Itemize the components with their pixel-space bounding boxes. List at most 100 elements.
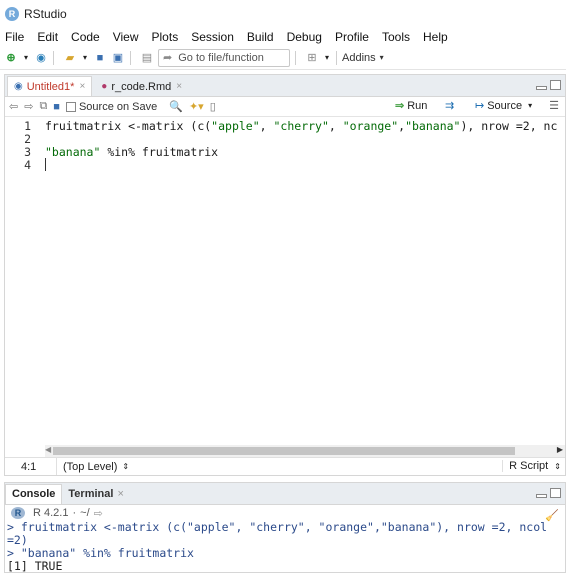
line-number: 2 <box>24 132 31 146</box>
source-on-save-label: Source on Save <box>78 100 158 113</box>
separator-dot: · <box>72 507 77 519</box>
clear-console-icon[interactable]: 🧹 <box>545 509 559 522</box>
menu-profile[interactable]: Profile <box>335 30 369 44</box>
menu-help[interactable]: Help <box>423 30 448 44</box>
go-to-arrow-icon: ➦ <box>163 52 173 64</box>
tab-label: Console <box>12 488 56 500</box>
run-arrow-icon: ⇒ <box>395 100 405 112</box>
tab-untitled1[interactable]: ◉ Untitled1* × <box>7 76 93 96</box>
compile-report-icon[interactable]: ▯ <box>210 100 216 113</box>
tab-console[interactable]: Console <box>5 483 63 504</box>
new-project-icon[interactable]: ◉ <box>34 51 48 65</box>
close-icon[interactable]: × <box>79 81 85 92</box>
tab-label: Terminal <box>68 487 114 500</box>
string-literal: "apple" <box>211 119 260 133</box>
pane-window-controls <box>536 80 561 90</box>
minimize-pane-button[interactable] <box>536 494 547 498</box>
tab-terminal[interactable]: Terminal × <box>62 484 129 504</box>
run-button[interactable]: ⇒ Run <box>395 99 428 113</box>
string-literal: "orange" <box>342 119 399 133</box>
save-all-icon[interactable]: ▣ <box>111 51 125 65</box>
updown-icon: ⇕ <box>122 462 130 471</box>
code-editor[interactable]: 1 2 3 4 fruitmatrix <-matrix (c("apple",… <box>5 119 565 447</box>
chevron-down-icon[interactable]: ▾ <box>528 101 532 110</box>
editor-status-bar: 4:1 (Top Level) ⇕ R Script ⇕ <box>5 457 565 475</box>
close-icon[interactable]: × <box>176 81 182 92</box>
code-line[interactable]: "banana" %in% fruitmatrix <box>45 145 218 159</box>
editor-toolbar: ⇦ ⇨ ⧉ ■ Source on Save 🔍 ✦▾ ▯ ⇒ Run ⇉ ↦ … <box>5 97 565 117</box>
open-folder-icon[interactable]: ▰ <box>63 51 77 65</box>
menu-file[interactable]: File <box>5 30 24 44</box>
save-icon[interactable]: ■ <box>93 51 107 65</box>
grid-layout-icon[interactable]: ⊞ <box>305 51 319 65</box>
menu-view[interactable]: View <box>113 30 139 44</box>
file-type-label: R Script <box>509 460 549 472</box>
menu-debug[interactable]: Debug <box>287 30 322 44</box>
scroll-right-icon[interactable]: ▶ <box>557 445 563 454</box>
editor-tab-bar: ◉ Untitled1* × ● r_code.Rmd × <box>5 75 565 97</box>
toolbar-divider <box>53 50 54 65</box>
tab-label: r_code.Rmd <box>111 80 172 93</box>
tab-r-code-rmd[interactable]: ● r_code.Rmd × <box>94 76 189 96</box>
print-icon[interactable]: ▤ <box>140 51 154 65</box>
dropdown-arrow-icon[interactable]: ▾ <box>323 51 331 65</box>
source-on-save-checkbox[interactable]: Source on Save <box>65 100 158 113</box>
close-icon[interactable]: × <box>117 488 123 500</box>
console-output[interactable]: > fruitmatrix <-matrix (c("apple", "cher… <box>5 521 565 573</box>
go-to-placeholder: Go to file/function <box>178 51 264 64</box>
addins-menu[interactable]: Addins ▾ <box>342 52 384 64</box>
document-outline-icon[interactable]: ☰ <box>549 99 559 112</box>
new-file-icon[interactable]: ⊕ <box>4 51 18 65</box>
app-title: RStudio <box>24 7 67 21</box>
file-type-selector[interactable]: R Script ⇕ <box>502 460 561 472</box>
menu-bar: File Edit Code View Plots Session Build … <box>0 28 566 46</box>
working-directory[interactable]: ~/ <box>80 507 89 519</box>
r-file-icon: ◉ <box>14 81 23 92</box>
forward-arrow-icon[interactable]: ⇨ <box>24 100 33 113</box>
maximize-pane-button[interactable] <box>550 488 561 498</box>
go-to-file-function-input[interactable]: ➦ Go to file/function <box>158 48 290 67</box>
console-line: > "banana" %in% fruitmatrix <box>7 546 194 560</box>
horizontal-scrollbar[interactable]: ◀ ▶ <box>45 445 565 457</box>
rstudio-logo-icon: R <box>5 7 19 21</box>
maximize-pane-button[interactable] <box>550 80 561 90</box>
menu-session[interactable]: Session <box>191 30 234 44</box>
source-label: Source <box>487 99 523 112</box>
addins-label: Addins <box>342 51 376 64</box>
minimize-pane-button[interactable] <box>536 86 547 90</box>
menu-edit[interactable]: Edit <box>37 30 58 44</box>
line-number: 4 <box>24 158 31 172</box>
text-cursor <box>45 158 46 171</box>
go-to-directory-icon[interactable]: ⇨ <box>94 507 103 520</box>
search-icon[interactable]: 🔍 <box>169 100 183 113</box>
chevron-down-icon: ▾ <box>379 53 384 62</box>
scope-label: (Top Level) <box>63 460 118 473</box>
scope-selector[interactable]: (Top Level) ⇕ <box>57 458 129 475</box>
string-literal: "banana" <box>45 145 101 159</box>
dropdown-arrow-icon[interactable]: ▾ <box>22 51 30 65</box>
menu-plots[interactable]: Plots <box>152 30 179 44</box>
source-button[interactable]: ↦ Source ▾ <box>475 99 532 113</box>
line-number: 1 <box>24 119 31 133</box>
menu-code[interactable]: Code <box>71 30 100 44</box>
toolbar-divider <box>130 50 131 65</box>
dropdown-arrow-icon[interactable]: ▾ <box>81 51 89 65</box>
toolbar-divider <box>295 50 296 65</box>
string-literal: "banana" <box>405 119 461 133</box>
line-number: 3 <box>24 145 31 159</box>
rerun-icon[interactable]: ⇉ <box>445 99 454 112</box>
save-icon[interactable]: ■ <box>53 101 60 113</box>
title-bar: R RStudio <box>0 0 566 28</box>
back-arrow-icon[interactable]: ⇦ <box>9 100 18 113</box>
scroll-left-icon[interactable]: ◀ <box>45 445 51 454</box>
magic-wand-icon[interactable]: ✦▾ <box>189 100 204 113</box>
checkbox-box[interactable] <box>65 101 76 112</box>
source-arrow-icon: ↦ <box>475 100 485 112</box>
main-toolbar: ⊕ ▾ ◉ ▰ ▾ ■ ▣ ▤ ➦ Go to file/function ⊞ … <box>0 46 566 70</box>
code-line[interactable]: fruitmatrix <-matrix (c("apple", "cherry… <box>45 119 557 133</box>
show-in-window-icon[interactable]: ⧉ <box>39 100 47 113</box>
menu-tools[interactable]: Tools <box>382 30 410 44</box>
scrollbar-thumb[interactable] <box>53 447 515 455</box>
menu-build[interactable]: Build <box>247 30 274 44</box>
run-label: Run <box>407 99 428 112</box>
